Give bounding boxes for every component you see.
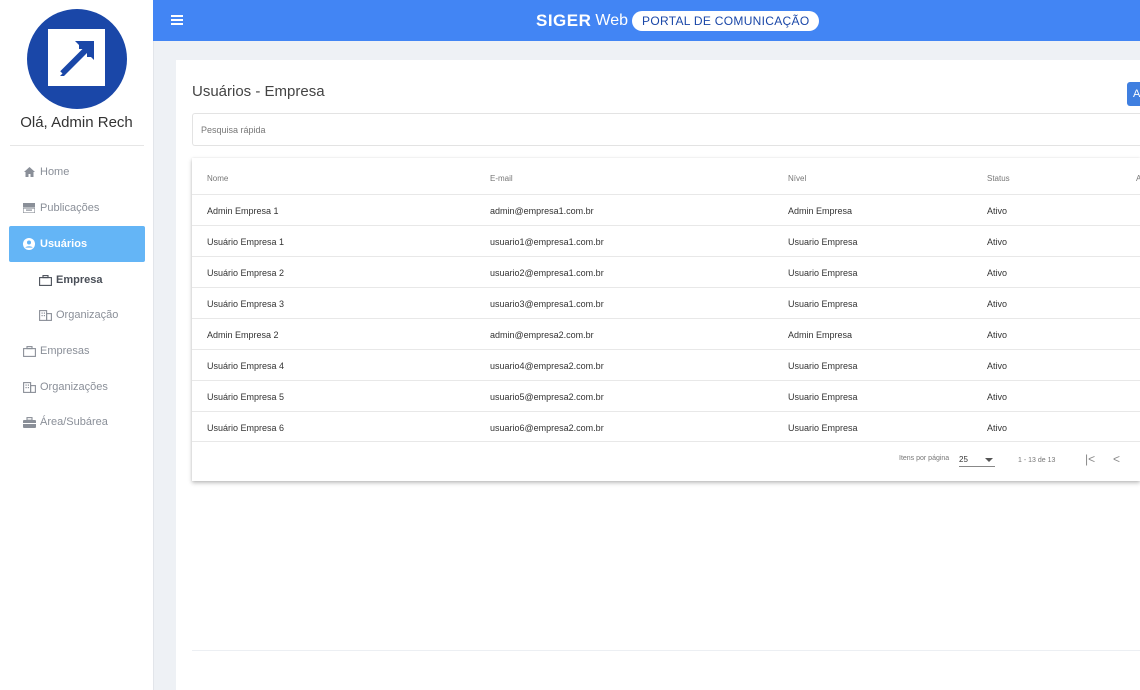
main-content: Usuários - Empresa A Nome E-mail Nível S… — [176, 60, 1140, 690]
table-row[interactable]: Usuário Empresa 4 usuario4@empresa2.com.… — [192, 349, 1140, 381]
table-row[interactable]: Usuário Empresa 2 usuario2@empresa1.com.… — [192, 256, 1140, 288]
brand-portal-label: PORTAL DE COMUNICAÇÃO — [632, 10, 820, 31]
page-title: Usuários - Empresa — [192, 83, 325, 100]
cell-nome: Usuário Empresa 3 — [207, 299, 285, 309]
sidebar-item-usuarios[interactable]: Usuários — [9, 226, 145, 262]
cell-nome: Usuário Empresa 5 — [207, 392, 285, 402]
cell-status: Ativo — [987, 361, 1008, 371]
cell-email: usuario5@empresa2.com.br — [490, 392, 604, 402]
toolbox-icon — [22, 415, 36, 429]
table-row[interactable]: Usuário Empresa 3 usuario3@empresa1.com.… — [192, 287, 1140, 319]
cell-nivel: Usuario Empresa — [788, 237, 858, 247]
sidebar-item-publicacoes[interactable]: Publicações — [9, 190, 145, 226]
cell-email: usuario2@empresa1.com.br — [490, 268, 604, 278]
sidebar-item-label: Empresas — [40, 345, 90, 357]
sidebar-item-home[interactable]: Home — [9, 154, 145, 190]
cell-status: Ativo — [987, 392, 1008, 402]
paginator: Itens por página 25 1 - 13 de 13 |< < — [192, 441, 1140, 482]
sidebar-item-organizacoes[interactable]: Organizações — [9, 369, 145, 405]
table-row[interactable]: Usuário Empresa 5 usuario5@empresa2.com.… — [192, 380, 1140, 412]
cell-nome: Usuário Empresa 2 — [207, 268, 285, 278]
table-row[interactable]: Admin Empresa 2 admin@empresa2.com.br Ad… — [192, 318, 1140, 350]
table-row[interactable]: Usuário Empresa 6 usuario6@empresa2.com.… — [192, 411, 1140, 443]
column-header-nivel[interactable]: Nível — [788, 174, 806, 183]
cell-status: Ativo — [987, 330, 1008, 340]
sidebar-item-label: Home — [40, 166, 70, 178]
add-user-button[interactable]: A — [1127, 82, 1140, 106]
users-table: Nome E-mail Nível Status A Admin Empresa… — [192, 158, 1140, 481]
sidebar: Olá, Admin Rech Home Publicações Usuário… — [0, 0, 154, 690]
brand: SIGER Web PORTAL DE COMUNICAÇÃO — [536, 9, 820, 32]
brand-web: Web — [595, 11, 629, 29]
cell-nome: Usuário Empresa 4 — [207, 361, 285, 371]
sidebar-item-label: Organização — [56, 309, 119, 321]
cell-email: usuario6@empresa2.com.br — [490, 423, 604, 433]
briefcase-icon — [22, 344, 36, 358]
footer-divider — [192, 650, 1140, 651]
cell-nivel: Usuario Empresa — [788, 268, 858, 278]
cell-email: admin@empresa1.com.br — [490, 206, 594, 216]
briefcase-icon — [38, 273, 52, 287]
cell-nome: Admin Empresa 1 — [207, 206, 279, 216]
cell-status: Ativo — [987, 423, 1008, 433]
building-icon — [38, 308, 52, 322]
home-icon — [22, 165, 36, 179]
logo — [27, 9, 127, 109]
quick-search[interactable] — [192, 113, 1140, 146]
user-greeting: Olá, Admin Rech — [20, 114, 133, 131]
cell-status: Ativo — [987, 299, 1008, 309]
cell-nivel: Admin Empresa — [788, 206, 853, 216]
items-per-page-label: Itens por página — [899, 455, 950, 462]
table-row[interactable]: Admin Empresa 1 admin@empresa1.com.br Ad… — [192, 194, 1140, 226]
cell-status: Ativo — [987, 206, 1008, 216]
hamburger-menu-icon[interactable] — [171, 15, 183, 27]
cell-nivel: Usuario Empresa — [788, 392, 858, 402]
cell-status: Ativo — [987, 268, 1008, 278]
logo-arrow-icon — [48, 29, 105, 86]
chevron-down-icon — [985, 458, 993, 462]
page-size-value: 25 — [959, 455, 968, 464]
top-bar: SIGER Web PORTAL DE COMUNICAÇÃO — [153, 0, 1140, 41]
sidebar-item-area-subarea[interactable]: Área/Subárea — [9, 404, 145, 440]
sidebar-subitem-empresa[interactable]: Empresa — [9, 262, 145, 298]
sidebar-item-empresas[interactable]: Empresas — [9, 333, 145, 369]
column-header-nome[interactable]: Nome — [207, 174, 228, 183]
cell-email: usuario4@empresa2.com.br — [490, 361, 604, 371]
cell-nivel: Usuario Empresa — [788, 423, 858, 433]
cell-email: usuario1@empresa1.com.br — [490, 237, 604, 247]
sidebar-item-label: Empresa — [56, 274, 103, 286]
sidebar-item-label: Usuários — [40, 238, 88, 250]
table-row[interactable]: Usuário Empresa 1 usuario1@empresa1.com.… — [192, 225, 1140, 257]
brand-siger: SIGER — [536, 10, 592, 30]
sidebar-item-label: Organizações — [40, 381, 108, 393]
page-range: 1 - 13 de 13 — [1018, 457, 1056, 464]
previous-page-button[interactable]: < — [1113, 452, 1120, 466]
search-input[interactable] — [193, 114, 1140, 145]
cell-nome: Usuário Empresa 6 — [207, 423, 285, 433]
column-header-status[interactable]: Status — [987, 174, 1010, 183]
publications-icon — [22, 201, 36, 215]
page-size-select[interactable]: 25 — [959, 454, 995, 467]
cell-status: Ativo — [987, 237, 1008, 247]
cell-nome: Usuário Empresa 1 — [207, 237, 285, 247]
cell-nivel: Usuario Empresa — [788, 361, 858, 371]
cell-email: usuario3@empresa1.com.br — [490, 299, 604, 309]
cell-nivel: Admin Empresa — [788, 330, 853, 340]
column-header-actions: A — [1136, 174, 1140, 183]
sidebar-item-label: Área/Subárea — [40, 416, 108, 428]
cell-nivel: Usuario Empresa — [788, 299, 858, 309]
cell-email: admin@empresa2.com.br — [490, 330, 594, 340]
column-header-email[interactable]: E-mail — [490, 174, 513, 183]
sidebar-subitem-organizacao[interactable]: Organização — [9, 297, 145, 333]
sidebar-divider — [10, 145, 144, 146]
building-icon — [22, 380, 36, 394]
first-page-button[interactable]: |< — [1085, 452, 1095, 466]
sidebar-item-label: Publicações — [40, 202, 100, 214]
cell-nome: Admin Empresa 2 — [207, 330, 279, 340]
user-circle-icon — [22, 237, 36, 251]
